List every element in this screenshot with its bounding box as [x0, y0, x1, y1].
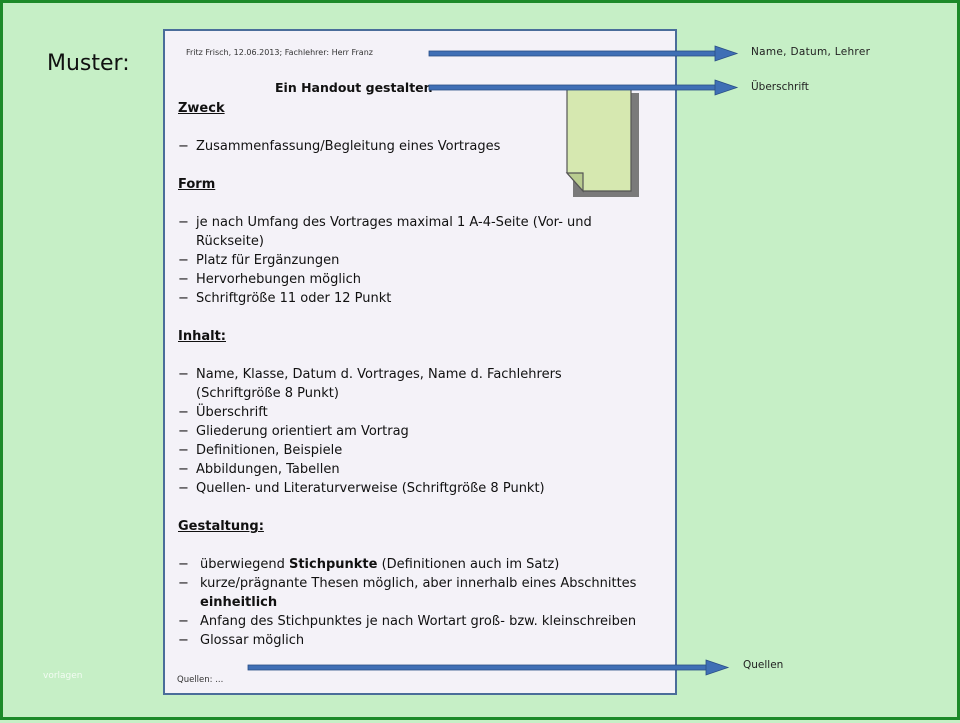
annotation-sources: Quellen — [743, 659, 784, 671]
arrow-to-heading-label — [428, 79, 739, 96]
arrow-to-name-label — [428, 45, 739, 62]
arrows-layer — [247, 45, 739, 676]
arrow-to-sources-label — [247, 659, 730, 676]
annotation-heading: Überschrift — [751, 81, 809, 93]
annotation-name-date-teacher: Name, Datum, Lehrer — [751, 46, 871, 58]
